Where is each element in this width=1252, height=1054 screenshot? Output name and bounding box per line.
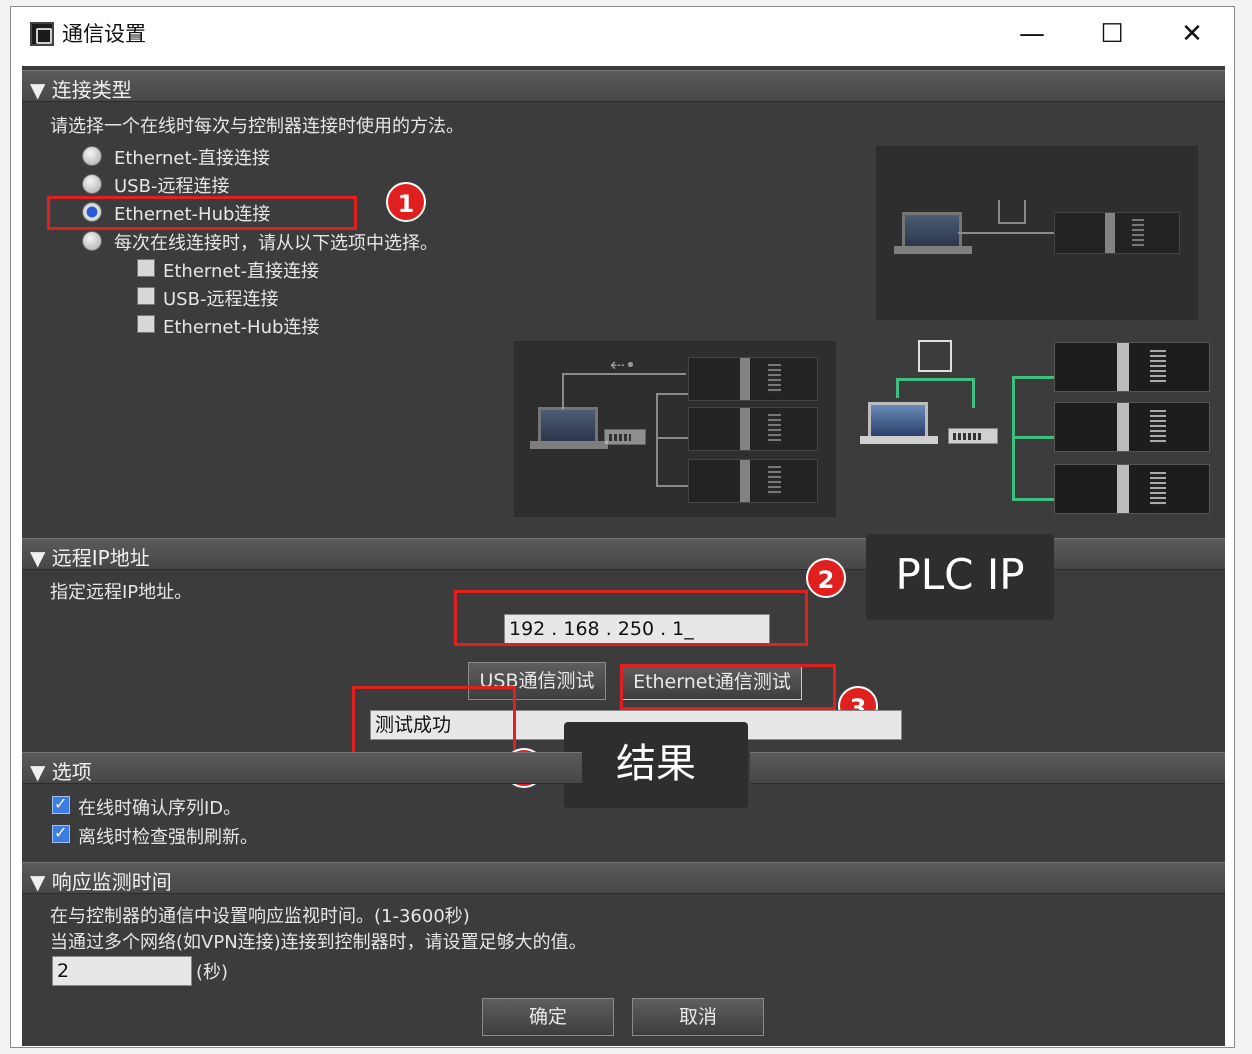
connection-line — [958, 232, 1054, 234]
connection-line — [562, 373, 686, 375]
sub-option-checkbox[interactable] — [137, 287, 155, 305]
laptop-base — [894, 246, 972, 254]
section-title: ▼ 远程IP地址 — [30, 546, 150, 570]
sub-option-label: USB-远程连接 — [163, 289, 279, 310]
network-icon — [998, 200, 1026, 224]
diagram-ethernet-direct — [876, 146, 1198, 320]
laptop-icon — [868, 402, 928, 436]
connection-line — [656, 437, 688, 439]
app-icon — [30, 22, 54, 46]
radio-select-each-time[interactable] — [82, 231, 102, 251]
remote-ip-instruction: 指定远程IP地址。 — [50, 582, 193, 603]
plc-rack-icon — [688, 407, 818, 451]
response-description-2: 当通过多个网络(如VPN连接)连接到控制器时，请设置足够大的值。 — [50, 932, 587, 953]
close-button[interactable]: ✕ — [1162, 14, 1222, 54]
radio-ethernet-direct[interactable] — [82, 146, 102, 166]
laptop-icon — [902, 212, 962, 246]
hub-icon — [948, 428, 998, 444]
callout-plc-ip: PLC IP — [866, 534, 1054, 620]
sub-option-checkbox[interactable] — [137, 315, 155, 333]
hub-link-line — [896, 378, 974, 381]
response-time-unit: (秒) — [196, 962, 229, 983]
network-icon — [918, 340, 952, 372]
maximize-button[interactable]: ☐ — [1082, 14, 1142, 54]
sub-option-label: Ethernet-直接连接 — [163, 261, 320, 282]
section-title: ▼ 响应监测时间 — [30, 870, 172, 894]
hub-link-line — [896, 378, 899, 398]
connection-line — [656, 393, 658, 487]
hub-icon — [604, 429, 646, 445]
laptop-icon — [538, 407, 598, 441]
checkbox-check-forced-refresh[interactable] — [52, 823, 70, 843]
callout-result: 结果 — [564, 722, 748, 808]
plc-rack-icon — [688, 459, 818, 503]
annotation-box-3 — [620, 664, 836, 710]
checkbox-label: 离线时检查强制刷新。 — [78, 827, 258, 848]
checkbox-confirm-sequence-id[interactable] — [52, 794, 70, 814]
plc-rack-icon — [688, 357, 818, 401]
sub-option-checkbox[interactable] — [137, 259, 155, 277]
annotation-box-1 — [47, 196, 357, 230]
plc-rack-icon — [1054, 464, 1210, 514]
dialog-footer — [22, 992, 1225, 1046]
annotation-box-4 — [352, 686, 516, 758]
diagram-usb-remote: ⇠• — [514, 341, 836, 517]
radio-usb-remote[interactable] — [82, 174, 102, 194]
annotation-badge-1: 1 — [386, 182, 426, 222]
section-header-connection-type[interactable]: ▼ 连接类型 — [22, 70, 1225, 102]
radio-label: 每次在线连接时，请从以下选项中选择。 — [114, 233, 438, 254]
response-description-1: 在与控制器的通信中设置响应监视时间。(1-3600秒) — [50, 906, 470, 927]
laptop-base — [530, 441, 608, 449]
section-title: ▼ 连接类型 — [30, 78, 132, 102]
section-header-options-tail — [750, 752, 1225, 784]
laptop-base — [860, 436, 938, 444]
section-header-response-time[interactable]: ▼ 响应监测时间 — [22, 862, 1225, 894]
radio-label: Ethernet-直接连接 — [114, 148, 271, 169]
hub-link-line — [972, 378, 975, 408]
response-time-input[interactable]: 2 — [52, 956, 192, 986]
cancel-button[interactable]: 取消 — [632, 998, 764, 1036]
connection-line — [656, 485, 688, 487]
checkbox-label: 在线时确认序列ID。 — [78, 798, 242, 819]
ok-button[interactable]: 确定 — [482, 998, 614, 1036]
sub-option-label: Ethernet-Hub连接 — [163, 317, 320, 338]
connection-line — [656, 393, 688, 395]
radio-label: USB-远程连接 — [114, 176, 230, 197]
section-header-options[interactable]: ▼ 选项 — [22, 752, 582, 784]
plc-rack-icon — [1054, 212, 1180, 254]
plc-rack-icon — [1054, 402, 1210, 452]
connection-line — [562, 373, 564, 409]
plc-rack-icon — [1054, 342, 1210, 392]
annotation-badge-2: 2 — [806, 558, 846, 598]
section-title: ▼ 选项 — [30, 760, 92, 784]
window-title: 通信设置 — [62, 22, 146, 46]
annotation-box-2 — [454, 590, 808, 646]
minimize-button[interactable]: — — [1002, 14, 1062, 54]
connection-instruction: 请选择一个在线时每次与控制器连接时使用的方法。 — [50, 116, 464, 137]
